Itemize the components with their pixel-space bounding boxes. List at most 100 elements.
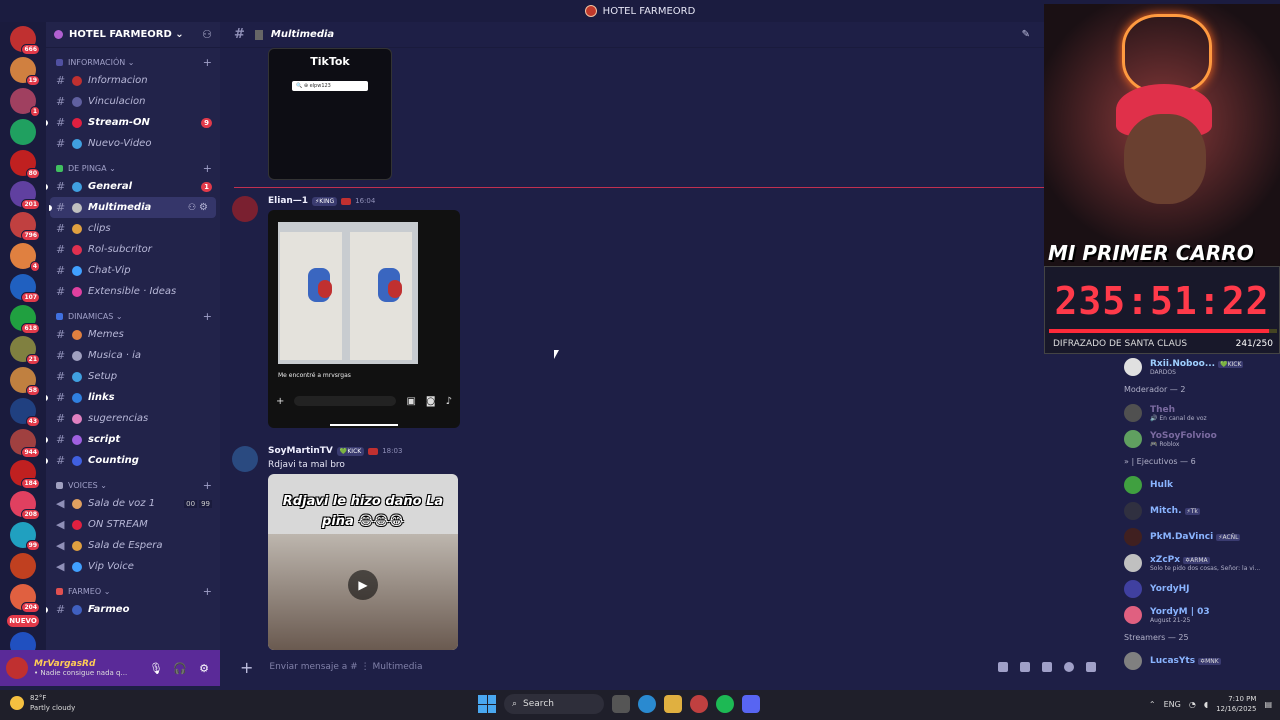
channel-item[interactable]: # links (46, 387, 220, 408)
server-icon[interactable]: 796 (10, 212, 40, 241)
channel-item[interactable]: ◀ ON STREAM (46, 514, 220, 535)
member-item[interactable]: PkM.DaVinci ⚡ACÑL (1116, 524, 1280, 550)
channel-item[interactable]: # Counting (46, 450, 220, 471)
video-attachment[interactable]: Rdjavi le hizo daño La piña 😂😂😂 ▶ (268, 474, 458, 650)
server-icon[interactable] (10, 119, 36, 145)
add-channel-icon[interactable]: + (203, 162, 212, 175)
add-channel-icon[interactable]: + (203, 310, 212, 323)
server-icon[interactable]: 21 (10, 336, 40, 365)
gift-icon[interactable] (998, 662, 1008, 672)
channel-item[interactable]: # Informacion (46, 70, 220, 91)
server-icon[interactable]: 618 (10, 305, 40, 334)
channel-item[interactable]: # Rol-subcritor (46, 239, 220, 260)
channel-item[interactable]: # General 1 (46, 176, 220, 197)
category-header[interactable]: VOICES ⌄ + (46, 477, 220, 493)
add-member-icon[interactable]: ⚇ (202, 28, 212, 41)
channel-item[interactable]: # Chat-Vip (46, 260, 220, 281)
category-header[interactable]: FARMEO ⌄ + (46, 583, 220, 599)
language-indicator[interactable]: ENG (1164, 700, 1181, 709)
member-item[interactable]: Mitch. ⚡Tk (1116, 498, 1280, 524)
spotify-icon[interactable] (716, 695, 734, 713)
server-icon[interactable]: 58 (10, 367, 40, 396)
channel-item[interactable]: # Farmeo (46, 599, 220, 620)
task-view-icon[interactable] (612, 695, 630, 713)
server-icon[interactable]: 19 (10, 57, 40, 86)
clock[interactable]: 7:10 PM 12/16/2025 (1216, 694, 1256, 714)
server-icon[interactable]: 184 (10, 460, 40, 489)
server-icon[interactable]: 666 (10, 26, 40, 55)
channel-item[interactable]: # Multimedia ⚇ ⚙ (49, 197, 216, 218)
channel-item[interactable]: # sugerencias (46, 408, 220, 429)
headphones-icon[interactable]: 🎧 (170, 662, 190, 675)
channel-item[interactable]: # Musica · ia (46, 345, 220, 366)
server-icon[interactable]: 201 (10, 181, 40, 210)
chevron-up-icon[interactable]: ⌃ (1149, 700, 1156, 709)
server-icon[interactable]: 944 (10, 429, 40, 458)
emoji-icon[interactable] (1064, 662, 1074, 672)
server-icon[interactable]: 1 (10, 88, 40, 117)
server-icon[interactable]: 4 (10, 243, 40, 272)
file-explorer-icon[interactable] (664, 695, 682, 713)
server-icon[interactable]: 80 (10, 150, 40, 179)
phone-screenshot-image[interactable]: Me encontré a mrvsrgas + ▣ ◙ ♪ (268, 210, 460, 428)
attach-plus-icon[interactable]: + (240, 658, 253, 677)
server-header[interactable]: HOTEL FARMEORD ⌄ ⚇ (46, 22, 220, 48)
channel-item[interactable]: # Stream-ON 9 (46, 112, 220, 133)
member-item[interactable]: Rxii.Noboo... 💚KICK DARDOS (1116, 354, 1280, 380)
member-item[interactable]: Theh 🔊 En canal de voz (1116, 400, 1280, 426)
channel-item[interactable]: # Memes (46, 324, 220, 345)
add-channel-icon[interactable]: + (203, 479, 212, 492)
member-item[interactable]: LucasYts ✡MNK (1116, 648, 1280, 674)
channel-item[interactable]: ◀ Sala de Espera (46, 535, 220, 556)
add-member-icon[interactable]: ⚇ (188, 203, 196, 213)
weather-widget[interactable]: 82°F Partly cloudy (10, 693, 75, 713)
server-icon[interactable] (10, 553, 36, 579)
server-list[interactable]: 666 19 1 80 201 796 4 107 618 21 58 43 944 184 208 99 20… (0, 22, 46, 686)
tiktok-image[interactable]: TikTok 🔍 ⊕ elpw123 (268, 48, 392, 180)
channel-item[interactable]: # Setup (46, 366, 220, 387)
edge-icon[interactable] (638, 695, 656, 713)
server-icon[interactable]: 107 (10, 274, 40, 303)
category-header[interactable]: DINAMICAS ⌄ + (46, 308, 220, 324)
gif-icon[interactable] (1020, 662, 1030, 672)
play-icon[interactable]: ▶ (348, 570, 378, 600)
apps-icon[interactable] (1086, 662, 1096, 672)
obs-icon[interactable] (690, 695, 708, 713)
channel-item[interactable]: ◀ Vip Voice (46, 556, 220, 577)
channel-item[interactable]: # Extensible · Ideas (46, 281, 220, 302)
message-list[interactable]: TikTok 🔍 ⊕ elpw123 Elian—1 ⚡KING 16:04 M… (220, 48, 1110, 650)
avatar[interactable] (232, 196, 258, 222)
message-input[interactable]: Enviar mensaje a # ⋮ Multimedia (269, 662, 986, 672)
gear-icon[interactable]: ⚙ (199, 202, 208, 213)
volume-icon[interactable]: ◖ (1204, 700, 1208, 709)
channel-item[interactable]: # clips (46, 218, 220, 239)
server-icon[interactable]: 204 (10, 584, 40, 613)
notification-icon[interactable]: ▤ (1264, 700, 1272, 709)
message-author[interactable]: Elian—1 (268, 196, 308, 206)
discord-icon[interactable] (742, 695, 760, 713)
member-item[interactable]: Hulk (1116, 472, 1280, 498)
channel-item[interactable]: # Vinculacion (46, 91, 220, 112)
channel-item[interactable]: # Nuevo-Video (46, 133, 220, 154)
start-icon[interactable] (478, 695, 496, 713)
member-item[interactable]: YordyHJ (1116, 576, 1280, 602)
member-item[interactable]: YoSoyFolvioo 🎮 Roblox (1116, 426, 1280, 452)
microphone-icon[interactable]: 🎙 (146, 662, 166, 675)
pin-icon[interactable]: ✎ (1022, 29, 1030, 40)
add-channel-icon[interactable]: + (203, 585, 212, 598)
server-icon[interactable]: 99 (10, 522, 40, 551)
category-header[interactable]: INFORMACIÓN ⌄ + (46, 54, 220, 70)
channel-item[interactable]: ◀ Sala de voz 1 00 99 (46, 493, 220, 514)
avatar[interactable] (232, 446, 258, 472)
server-icon[interactable]: 43 (10, 398, 40, 427)
server-icon[interactable]: 208 (10, 491, 40, 520)
member-item[interactable]: YordyM | 03 August 21-25 (1116, 602, 1280, 628)
member-item[interactable]: xZcPx ✡ARMA Solo te pido dos cosas, Señor:… (1116, 550, 1280, 576)
sticker-icon[interactable] (1042, 662, 1052, 672)
channel-item[interactable]: # script (46, 429, 220, 450)
message-composer[interactable]: + Enviar mensaje a # ⋮ Multimedia (230, 654, 1106, 680)
add-channel-icon[interactable]: + (203, 56, 212, 69)
category-header[interactable]: DE PINGA ⌄ + (46, 160, 220, 176)
message-author[interactable]: SoyMartinTV (268, 446, 333, 456)
wifi-icon[interactable]: ◔ (1189, 700, 1196, 709)
